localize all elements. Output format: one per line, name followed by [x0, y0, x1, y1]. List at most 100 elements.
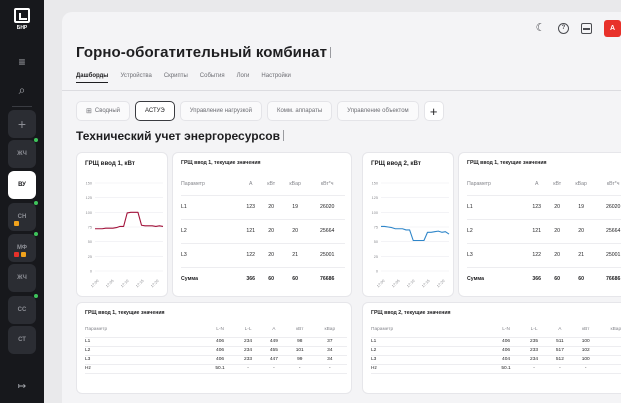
table-cell: 34	[312, 355, 347, 365]
table-title: ГРЩ ввод 1, текущие значения	[467, 160, 547, 166]
table-cell: 447	[260, 355, 287, 365]
table-cell: 25664	[595, 219, 621, 244]
tab-logs[interactable]: Логи	[237, 73, 250, 83]
rail-item-3[interactable]: СН	[8, 201, 38, 231]
y-tick-label: 50	[374, 240, 378, 244]
page-title-text: Горно-обогатительный комбинат	[76, 44, 328, 61]
table-cell: 102	[572, 346, 599, 356]
table-row: L1 406 234 449 98 37	[85, 337, 347, 347]
column-header: кВт*ч	[595, 173, 621, 196]
table-cell: 60	[578, 276, 585, 283]
table-cell: -	[286, 364, 313, 374]
table-cell: 234	[235, 337, 261, 347]
table-cell: 20	[280, 219, 310, 244]
table-cell: 76686	[605, 276, 621, 283]
column-header: L-N	[491, 323, 522, 338]
table-cell: 449	[260, 337, 287, 347]
subtab-load-control[interactable]: Управление нагрузкой	[179, 101, 262, 121]
table-cell: L1	[85, 337, 205, 347]
table-header-row: Параметр L-N L-L А кВт кВар	[371, 323, 621, 338]
table-cell: 122	[526, 243, 548, 268]
rail-item-1[interactable]: ЖЧ	[8, 138, 38, 168]
column-header: Параметр	[371, 323, 491, 338]
subtab-astue[interactable]: АСТУЭ	[135, 101, 175, 121]
tab-scripts[interactable]: Скрипты	[164, 73, 188, 83]
detail-values-table: Параметр L-N L-L А кВт кВар L1 406 235 5…	[371, 323, 621, 374]
avatar[interactable]: А	[604, 20, 621, 37]
table-cell: 19	[566, 195, 596, 220]
table-cell: 233	[235, 355, 261, 365]
table-cell: 406	[491, 337, 522, 347]
page-title: Горно-обогатительный комбинат	[76, 44, 332, 61]
section-title: Технический учет энергоресурсов	[76, 129, 284, 143]
y-tick-label: 150	[372, 182, 378, 186]
detail-values-card-2: ГРЩ ввод 2, текущие значения Параметр L-…	[362, 302, 621, 394]
table-cell: Сумма	[181, 276, 199, 283]
line-chart: 150 125 100 75 50 25 0 17:00 17:05 17:10 17:15 17:2…	[372, 182, 450, 289]
rail-item-5[interactable]: ЖЧ	[8, 264, 36, 292]
table-cell: L1	[467, 195, 527, 220]
table-cell	[598, 346, 621, 356]
column-header: Параметр	[467, 173, 527, 196]
table-row: L3 404 234 512 100	[371, 355, 621, 365]
sidebar: БНР ≡ ⌕ + ЖЧ ВУ СН МФ ЖЧ СС СТ ↦	[0, 0, 44, 403]
subtab-switchgear[interactable]: Комм. аппараты	[266, 101, 333, 121]
table-cell: -	[572, 364, 599, 374]
subtab-object-control[interactable]: Управление объектом	[337, 101, 419, 121]
table-cell: 234	[521, 355, 547, 365]
table-cell: 404	[491, 355, 522, 365]
logo[interactable]: БНР	[11, 8, 33, 34]
rail-item-4[interactable]: МФ	[8, 232, 38, 262]
status-dot	[34, 201, 38, 205]
table-cell: 25001	[309, 243, 345, 268]
header-actions: ☾ ? А	[535, 20, 621, 37]
menu-icon[interactable]: ≡	[8, 48, 36, 76]
table-cell: 20	[547, 195, 567, 220]
table-row: L2 406 233 517 102	[371, 346, 621, 356]
table-cell: L1	[371, 337, 491, 347]
chart-card-input-2: ГРЩ ввод 2, кВт 150 125 100 75 50 25 0 17:00 17:…	[362, 152, 454, 297]
table-title: ГРЩ ввод 1, текущие значения	[181, 160, 261, 166]
table-title: ГРЩ ввод 1, текущие значения	[85, 310, 165, 316]
table-cell: 60	[292, 276, 299, 283]
y-tick-label: 25	[88, 255, 92, 259]
add-dashboard-button[interactable]: +	[423, 101, 444, 121]
tab-settings[interactable]: Настройки	[261, 73, 290, 83]
logout-icon[interactable]: ↦	[8, 372, 36, 400]
rail-item-2[interactable]: ВУ	[8, 171, 36, 199]
tab-events[interactable]: События	[200, 73, 225, 83]
column-header: кВт	[286, 323, 313, 338]
table-cell: 98	[286, 337, 313, 347]
table-cell: 100	[572, 355, 599, 365]
data-table: Параметр L-N L-L А кВт кВар L1 406 235 5…	[371, 323, 621, 374]
table-cell: 455	[260, 346, 287, 356]
table-cell: 406	[491, 346, 522, 356]
rail-item-label: СН	[17, 214, 27, 220]
rail-item-7[interactable]: СТ	[8, 326, 36, 354]
search-icon[interactable]: ⌕	[8, 76, 36, 104]
help-icon[interactable]: ?	[558, 23, 569, 34]
rail-item-label: СТ	[18, 337, 26, 343]
table-cell: 50.1	[491, 364, 522, 374]
moon-icon[interactable]: ☾	[535, 23, 546, 34]
column-header: L-N	[205, 323, 236, 338]
add-object-button[interactable]: +	[8, 110, 36, 138]
series-line	[95, 211, 164, 230]
table-cell: L3	[371, 355, 491, 365]
column-header: А	[546, 323, 573, 338]
rail-item-label: МФ	[16, 245, 28, 251]
subtab-summary[interactable]: ⊞ Сводный	[76, 101, 131, 121]
table-cell: 512	[546, 355, 573, 365]
table-cell	[598, 355, 621, 365]
table-cell	[598, 364, 621, 374]
rail-item-6[interactable]: СС	[8, 294, 38, 324]
table-cell: 406	[205, 355, 236, 365]
layout-icon[interactable]	[581, 23, 592, 34]
table-cell: Сумма	[467, 276, 485, 283]
y-tick-label: 150	[86, 182, 92, 186]
tab-dashboards[interactable]: Дашборды	[76, 73, 109, 83]
table-cell: 20	[261, 195, 281, 220]
table-row: L3 122 20 21 25001	[181, 243, 345, 268]
tab-devices[interactable]: Устройства	[120, 73, 151, 83]
x-tick-label: 17:10	[406, 279, 416, 289]
